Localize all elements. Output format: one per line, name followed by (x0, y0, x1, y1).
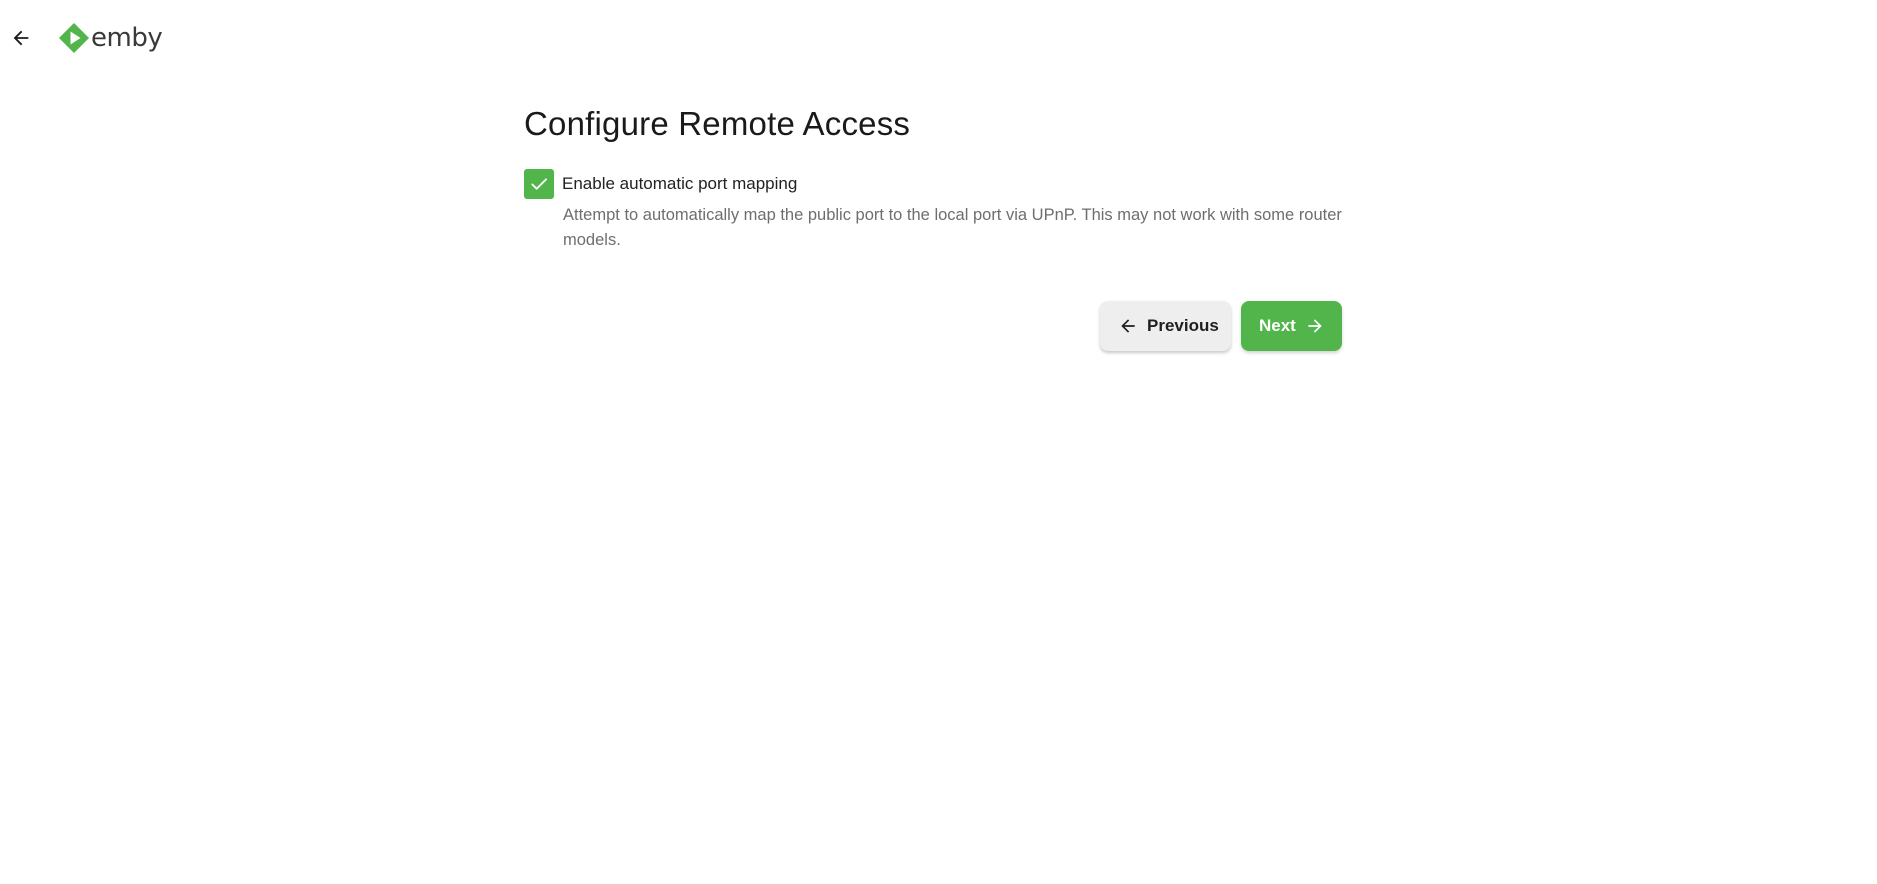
port-mapping-description: Attempt to automatically map the public … (563, 206, 1342, 249)
next-button[interactable]: Next (1241, 301, 1342, 351)
port-mapping-row[interactable]: Enable automatic port mapping (524, 169, 1342, 199)
next-button-label: Next (1259, 316, 1296, 335)
previous-button-label: Previous (1147, 316, 1219, 335)
page-title: Configure Remote Access (524, 105, 911, 142)
emby-logo[interactable]: emby (58, 21, 163, 55)
logo-text: emby (91, 23, 163, 53)
port-mapping-checkbox[interactable] (524, 169, 554, 199)
arrow-left-icon (1118, 316, 1138, 336)
top-bar: emby (0, 0, 1877, 76)
previous-button[interactable]: Previous (1100, 301, 1231, 351)
back-button[interactable] (6, 23, 36, 53)
arrow-left-icon (13, 30, 29, 46)
checkmark-icon (531, 178, 547, 190)
wizard-content: Configure Remote Access Enable automatic… (524, 100, 1342, 351)
emby-logo-icon (59, 23, 89, 53)
port-mapping-label[interactable]: Enable automatic port mapping (562, 174, 797, 194)
wizard-navigation: Previous Next (524, 301, 1342, 351)
arrow-right-icon (1305, 316, 1325, 336)
